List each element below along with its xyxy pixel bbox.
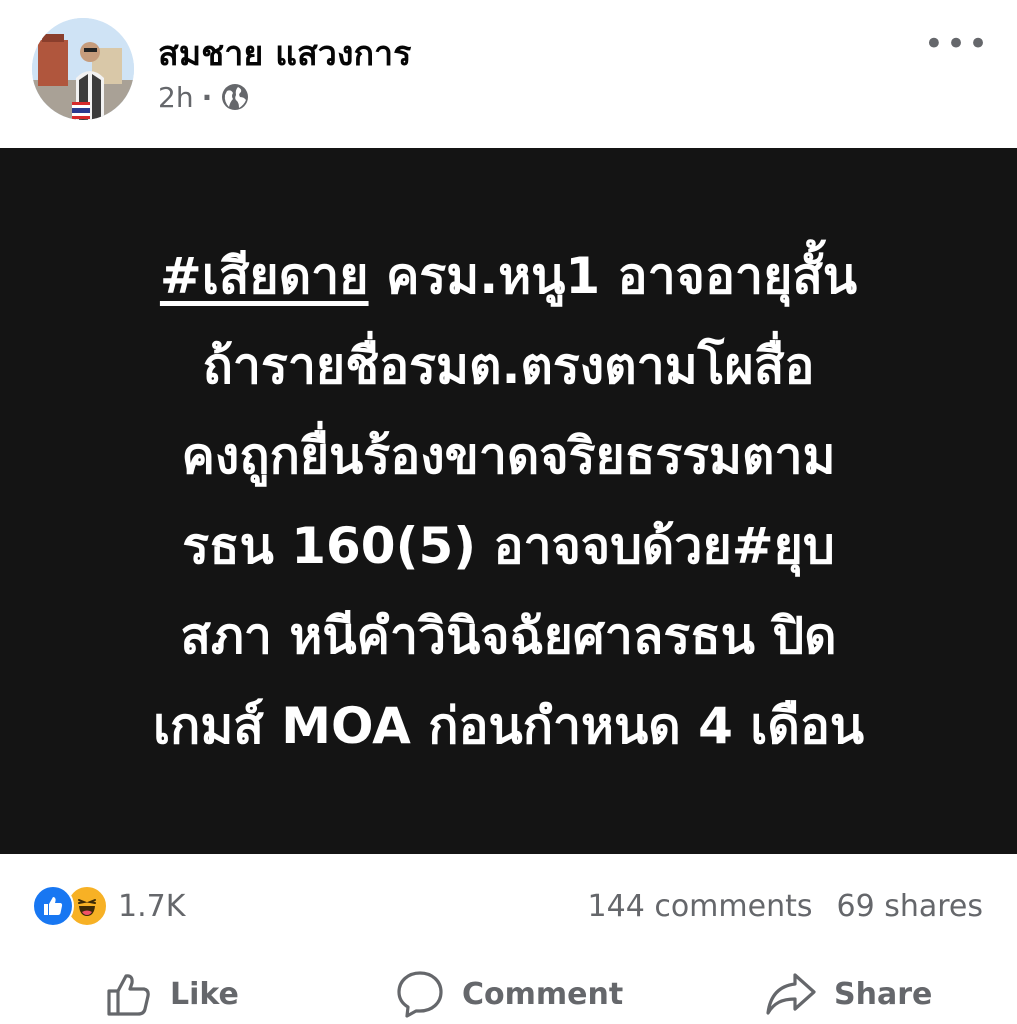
share-arrow-icon <box>766 973 816 1015</box>
share-label: Share <box>834 976 933 1012</box>
globe-icon <box>222 84 249 110</box>
post-meta: 2h · <box>158 80 250 114</box>
reactions-count: 1.7K <box>118 888 186 924</box>
post-actions: Like Comment Share <box>0 962 1017 1024</box>
comments-count[interactable]: 144 comments <box>588 889 813 924</box>
thumbs-up-icon <box>107 974 150 1016</box>
post-header: สมชาย แสวงการ 2h · ••• <box>0 0 1017 148</box>
avatar[interactable] <box>32 18 134 120</box>
more-options-button[interactable]: ••• <box>924 24 988 64</box>
like-button[interactable]: Like <box>104 968 239 1020</box>
shares-count[interactable]: 69 shares <box>837 889 984 924</box>
meta-separator: · <box>201 80 213 114</box>
image-text-line-1-rest: ครม.หนู1 อาจอายุสั้น <box>368 247 858 305</box>
comment-label: Comment <box>462 976 624 1012</box>
comment-button[interactable]: Comment <box>394 968 623 1020</box>
image-text-line-2: ถ้ารายชื่อรมต.ตรงตามโผสื่อ <box>202 337 815 395</box>
image-text-line-1: #เสียดาย ครม.หนู1 อาจอายุสั้น <box>59 231 959 321</box>
image-text-line-6: เกมส์ MOA ก่อนกำหนด 4 เดือน <box>152 697 865 755</box>
reactions-summary[interactable]: 1.7K <box>32 885 186 927</box>
share-button[interactable]: Share <box>764 968 932 1020</box>
hashtag-link[interactable]: #เสียดาย <box>160 247 369 305</box>
post-image-text: #เสียดาย ครม.หนู1 อาจอายุสั้น ถ้ารายชื่อ… <box>59 231 959 771</box>
image-text-line-3: คงถูกยื่นร้องขาดจริยธรรมตาม <box>181 427 836 485</box>
post-time[interactable]: 2h <box>158 81 194 114</box>
like-label: Like <box>170 976 239 1012</box>
engagement-counts: 144 comments 69 shares <box>588 886 983 926</box>
comment-bubble-icon <box>397 971 443 1018</box>
image-text-line-4: รธน 160(5) อาจจบด้วย#ยุบ <box>182 517 835 575</box>
avatar-photo <box>32 18 134 120</box>
author-name[interactable]: สมชาย แสวงการ <box>158 26 411 80</box>
post-image[interactable]: #เสียดาย ครม.หนู1 อาจอายุสั้น ถ้ารายชื่อ… <box>0 148 1017 854</box>
like-reaction-icon <box>32 885 74 927</box>
post-stats: 1.7K 144 comments 69 shares <box>0 880 1017 932</box>
image-text-line-5: สภา หนีคำวินิจฉัยศาลรธน ปิด <box>180 607 837 665</box>
